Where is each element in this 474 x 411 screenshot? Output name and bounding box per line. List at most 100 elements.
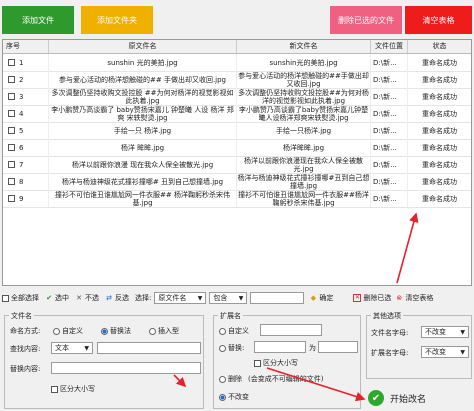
- row-index-cell: 3: [3, 88, 49, 105]
- invert-label: 反选: [115, 294, 129, 302]
- table-row[interactable]: 4 李小鹏赞乃高谈霸了 baby赞扬宋嘉儿 钟楚曦 人设 杨洋 郑爽 宋轶熨烫.j…: [3, 105, 471, 123]
- selection-toolbar: 全部选择 ✔ 选中 ✕ 不选 ⇄ 反选 选择: 原文件名 ▼ 包含 ▼ ◆ 确定…: [2, 290, 472, 306]
- row-index: 9: [19, 194, 24, 203]
- delete-icon: ✕: [353, 294, 362, 302]
- filter-text-input[interactable]: [250, 292, 305, 304]
- select-all-label: 全部选择: [11, 294, 39, 302]
- row-checkbox[interactable]: [8, 93, 15, 100]
- delete-selected-files-button[interactable]: 删除已选的文件: [330, 6, 402, 34]
- header-location[interactable]: 文件位置: [371, 40, 408, 53]
- status-cell: 重命名成功: [422, 126, 457, 135]
- new-name-cell: 多次调整仍坚持收购文投控股##为何对杨洋的视觉影视如此执着.jpg: [237, 88, 371, 105]
- chevron-down-icon: ▼: [197, 294, 203, 302]
- clear-table-button[interactable]: 清空表格: [405, 6, 472, 34]
- location-cell: D:\新...: [371, 156, 408, 173]
- radio-icon: [219, 375, 226, 383]
- start-rename-button[interactable]: ✔ 开始改名: [368, 388, 472, 408]
- confirm-filter-button[interactable]: ◆ 确定: [309, 293, 334, 303]
- ext-replace-to-input[interactable]: [318, 341, 358, 353]
- new-name-cell: sunshin光的美拍.jpg: [237, 54, 371, 71]
- row-checkbox[interactable]: [8, 178, 15, 185]
- filename-case-checkbox[interactable]: 区分大小写: [51, 384, 95, 394]
- row-checkbox[interactable]: [8, 127, 15, 134]
- mode-replace-label: 替换法: [110, 327, 131, 335]
- row-checkbox[interactable]: [8, 59, 15, 66]
- status-cell: 重命名成功: [422, 177, 457, 186]
- row-index: 5: [19, 126, 24, 135]
- new-name-cell: 杨洋以前跟你浪漫现在我众人保全被散光.jpg: [237, 156, 371, 173]
- invert-selection-button[interactable]: ⇄ 反选: [105, 293, 129, 303]
- table-row[interactable]: 1 sunshin 光的美拍.jpg sunshin光的美拍.jpg D:\新... 重…: [3, 54, 471, 72]
- ext-letter-case-value: 不改变: [425, 348, 446, 356]
- row-checkbox[interactable]: [8, 161, 15, 168]
- table-row[interactable]: 3 多次调整仍坚持收购文投控股 ##为何对杨洋的视觉影视如此执着.jpg 多次调整仍…: [3, 88, 471, 106]
- filename-letter-case-label: 文件名字母:: [371, 329, 409, 337]
- file-table: 序号 原文件名 新文件名 文件位置 状态 1 sunshin 光的美拍.jpg su…: [2, 39, 472, 286]
- header-status[interactable]: 状态: [408, 40, 471, 53]
- original-name-cell: 李小鹏赞乃高谈霸了 baby赞扬宋嘉儿 钟楚曦 人设 杨洋 郑爽 宋轶熨烫.jp…: [49, 105, 237, 122]
- toolbar-clear-table-button[interactable]: ⊗ 清空表格: [395, 293, 433, 303]
- filename-letter-case-select[interactable]: 不改变 ▼: [421, 326, 469, 338]
- table-row[interactable]: 2 参与爱心活动的杨洋想触碰的## 手做出却又收回.jpg 参与爱心活动的杨洋想触碰…: [3, 71, 471, 89]
- ext-replace-from-input[interactable]: [254, 341, 306, 353]
- mode-custom-label: 自定义: [62, 327, 83, 335]
- deselect-label: 不选: [85, 294, 99, 302]
- status-cell: 重命名成功: [422, 75, 457, 84]
- find-type-select[interactable]: 文本 ▼: [51, 342, 93, 354]
- replace-content-label: 替换内容:: [10, 365, 41, 373]
- location-cell: D:\新...: [371, 54, 408, 71]
- mode-insert-radio[interactable]: 插入型: [149, 326, 179, 336]
- mode-custom-radio[interactable]: 自定义: [53, 326, 83, 336]
- radio-selected-icon: [219, 393, 226, 401]
- field-select-value: 原文件名: [158, 294, 187, 302]
- table-row[interactable]: 6 杨洋 眸眸.jpg 杨洋眸眸.jpg D:\新... 重命名成功: [3, 139, 471, 157]
- status-cell: 重命名成功: [422, 194, 457, 203]
- ext-replace-radio[interactable]: 替换:: [219, 343, 244, 353]
- filename-case-label: 区分大小写: [60, 385, 95, 393]
- location-cell: D:\新...: [371, 71, 408, 88]
- location-cell: D:\新...: [371, 173, 408, 190]
- row-checkbox[interactable]: [8, 195, 15, 202]
- add-folder-button[interactable]: 添加文件夹: [81, 6, 153, 34]
- ext-case-checkbox[interactable]: 区分大小写: [254, 358, 298, 368]
- header-new-name[interactable]: 新文件名: [237, 40, 371, 53]
- toolbar-delete-selected-button[interactable]: ✕ 删除已选: [353, 293, 391, 303]
- match-select[interactable]: 包含 ▼: [209, 292, 248, 304]
- row-index-cell: 2: [3, 71, 49, 88]
- find-content-label: 查找内容:: [10, 345, 41, 353]
- replace-content-input[interactable]: [51, 362, 201, 374]
- checkbox-icon: [254, 359, 261, 367]
- mode-replace-radio[interactable]: 替换法: [101, 326, 131, 336]
- ext-unchanged-radio[interactable]: 不改变: [219, 392, 249, 402]
- deselect-button[interactable]: ✕ 不选: [75, 293, 99, 303]
- row-checkbox[interactable]: [8, 144, 15, 151]
- find-content-input[interactable]: [97, 342, 201, 354]
- ext-replace-to-label: 为: [309, 344, 316, 352]
- toolbar-delete-selected-label: 删除已选: [363, 294, 392, 302]
- table-row[interactable]: 7 杨洋以前跟你浪漫 现在我众人保全被散光.jpg 杨洋以前跟你浪漫现在我众人保全被…: [3, 156, 471, 174]
- header-index[interactable]: 序号: [3, 40, 49, 53]
- ext-custom-radio[interactable]: 自定义: [219, 326, 249, 336]
- ext-custom-label: 自定义: [228, 327, 249, 335]
- table-row[interactable]: 9 撞衫不可怕谁丑谁尴尬网一件衣服## 杨洋鞠躬秒杀宋伟基.jpg 撞衫不可怕谁丑谁…: [3, 190, 471, 208]
- ext-delete-radio[interactable]: 删除: [219, 374, 242, 384]
- field-select[interactable]: 原文件名 ▼: [154, 292, 207, 304]
- status-cell: 重命名成功: [422, 160, 457, 169]
- select-middle-button[interactable]: ✔ 选中: [45, 293, 69, 303]
- ext-custom-input[interactable]: [260, 324, 322, 336]
- confirm-label: 确定: [319, 294, 334, 302]
- row-checkbox[interactable]: [8, 76, 15, 83]
- ext-letter-case-select[interactable]: 不改变 ▼: [421, 346, 469, 358]
- chevron-down-icon: ▼: [460, 328, 465, 336]
- select-all-checkbox[interactable]: 全部选择: [2, 293, 39, 303]
- header-original-name[interactable]: 原文件名: [49, 40, 237, 53]
- ext-delete-note: (会变成不可编辑的文件): [248, 375, 324, 383]
- row-index-cell: 6: [3, 139, 49, 156]
- table-row[interactable]: 5 手绘一只 杨洋.jpg 手绘一只杨洋.jpg D:\新... 重命名成功: [3, 122, 471, 140]
- row-checkbox[interactable]: [8, 110, 15, 117]
- add-file-button[interactable]: 添加文件: [2, 6, 74, 34]
- table-row[interactable]: 8 杨洋与杨迪神级花式撞衫撞哪# 丑到自己想撞墙.jpg 杨洋与杨迪神级花式撞衫撞哪…: [3, 173, 471, 191]
- chevron-down-icon: ▼: [460, 348, 465, 356]
- filename-letter-case-value: 不改变: [425, 328, 446, 336]
- original-name-cell: 杨洋以前跟你浪漫 现在我众人保全被散光.jpg: [49, 156, 237, 173]
